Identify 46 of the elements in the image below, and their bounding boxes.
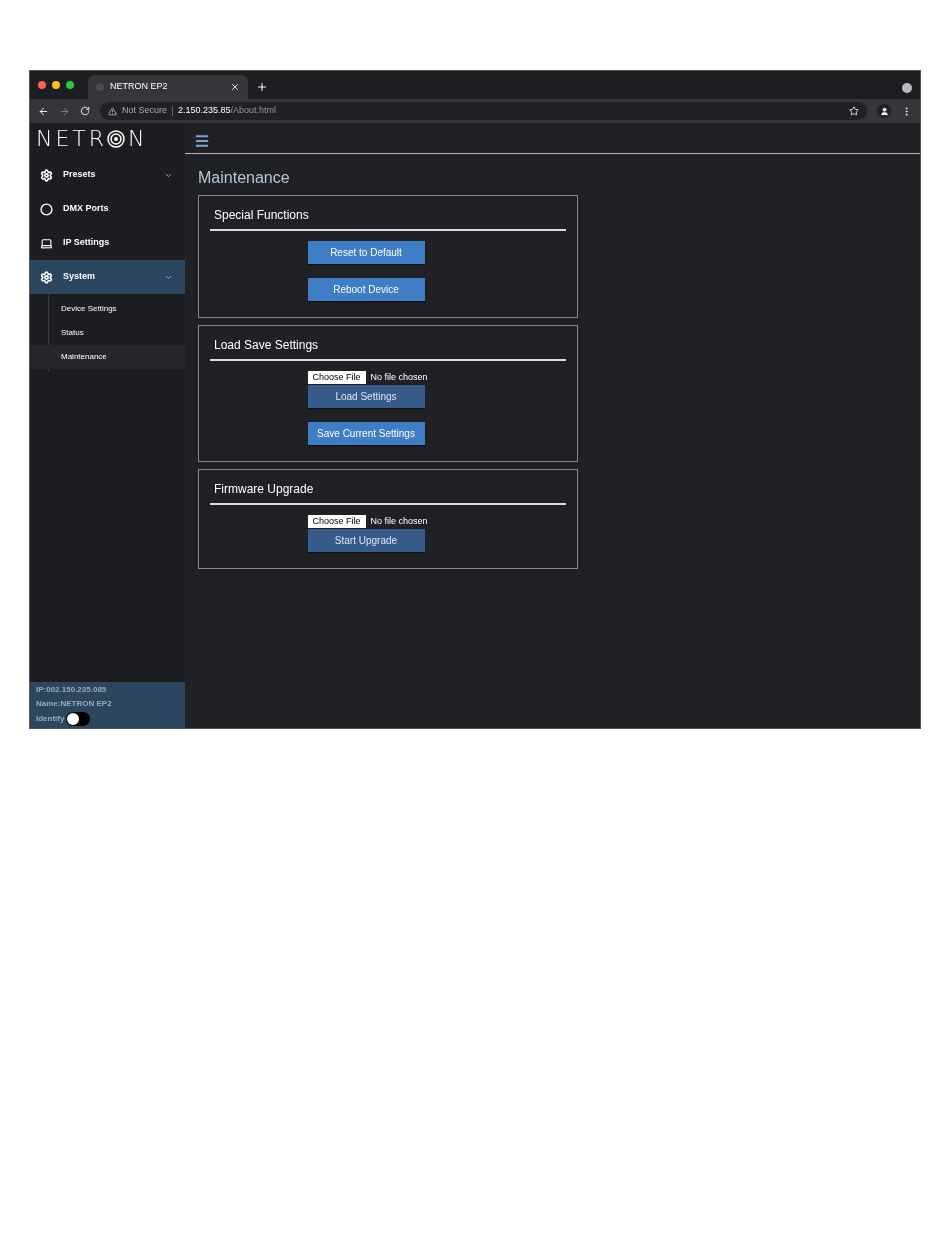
- sidebar-item[interactable]: IP Settings: [30, 226, 185, 260]
- close-tab-icon[interactable]: [230, 82, 240, 92]
- choose-file-button[interactable]: Choose File: [307, 515, 366, 528]
- action-button[interactable]: Reboot Device: [307, 278, 425, 301]
- file-status: No file chosen: [370, 370, 428, 384]
- browser-tab[interactable]: NETRON EP2: [88, 75, 248, 99]
- address-bar[interactable]: Not Secure 2.150.235.85/About.html: [100, 102, 867, 120]
- sidebar-item[interactable]: DMX Ports: [30, 192, 185, 226]
- gear-icon: [40, 270, 53, 284]
- tab-title: NETRON EP2: [110, 80, 169, 94]
- bookmark-star-icon[interactable]: [849, 106, 859, 116]
- submenu-item[interactable]: Device Settings: [31, 297, 185, 321]
- section-title: Load Save Settings: [210, 336, 566, 361]
- action-button[interactable]: Save Current Settings: [307, 422, 425, 445]
- profile-icon[interactable]: [877, 104, 891, 118]
- hamburger-menu-icon[interactable]: [194, 133, 210, 149]
- file-status: No file chosen: [370, 514, 428, 528]
- url-text: 2.150.235.85/About.html: [178, 104, 277, 118]
- section-title: Firmware Upgrade: [210, 480, 566, 505]
- warning-icon: [108, 106, 117, 116]
- submenu-item[interactable]: Status: [31, 321, 185, 345]
- logo: NETR N: [35, 125, 149, 153]
- sidebar-item[interactable]: Presets: [30, 158, 185, 192]
- identify-label: Identify: [36, 713, 65, 725]
- new-tab-icon[interactable]: [256, 81, 268, 93]
- close-window-icon[interactable]: [38, 81, 46, 89]
- back-icon[interactable]: [38, 105, 49, 117]
- target-logo-icon: [107, 129, 126, 148]
- identify-toggle[interactable]: [66, 712, 91, 726]
- choose-file-button[interactable]: Choose File: [307, 371, 366, 384]
- circle-icon: [40, 202, 53, 216]
- forward-icon[interactable]: [59, 105, 70, 117]
- maximize-window-icon[interactable]: [66, 81, 74, 89]
- sidebar-item[interactable]: System: [30, 260, 185, 294]
- section-title: Special Functions: [210, 206, 566, 231]
- laptop-icon: [40, 236, 53, 250]
- security-label: Not Secure: [122, 104, 168, 118]
- page-title: Maintenance: [198, 168, 291, 188]
- gear-icon: [40, 168, 53, 182]
- profile-dropdown-icon[interactable]: [902, 83, 912, 93]
- minimize-window-icon[interactable]: [52, 81, 60, 89]
- reload-icon[interactable]: [80, 106, 90, 116]
- device-name-text: Name:NETRON EP2: [36, 698, 113, 710]
- submenu-item[interactable]: Maintenance: [31, 345, 185, 369]
- action-button[interactable]: Reset to Default: [307, 241, 425, 264]
- ip-address-text: IP:002.150.235.085: [36, 684, 108, 696]
